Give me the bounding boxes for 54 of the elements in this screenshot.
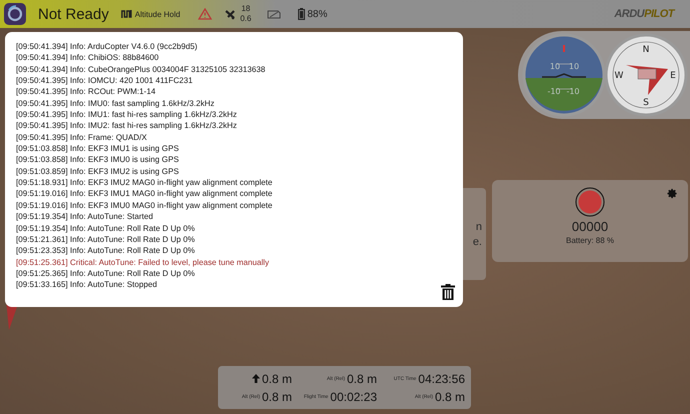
compass-direction-label: W: [614, 71, 624, 81]
critical-message: [09:51:25.361] Critical: AutoTune: Failed to level, please tune manually: [16, 256, 270, 268]
hdop-value: 0.6: [240, 14, 252, 24]
battery-text: Battery: 88 %: [566, 236, 614, 245]
log-message: [09:51:19.016] Info: EKF3 IMU1 MAG0 in-flight yaw alignment complete: [16, 188, 274, 200]
satellite-count: 18: [241, 4, 250, 14]
telemetry-value: 04:23:56: [418, 372, 465, 386]
log-message: [09:51:33.165] Info: AutoTune: Stopped: [16, 279, 158, 291]
log-message: [09:51:19.016] Info: EKF3 IMU0 MAG0 in-flight yaw alignment complete: [16, 200, 274, 212]
panel-text: e.: [472, 236, 482, 248]
vehicle-status[interactable]: Not Ready: [38, 6, 109, 22]
log-message: [09:51:03.859] Info: EKF3 IMU2 is using GPS: [16, 166, 180, 178]
telemetry-value: 0.8 m: [262, 372, 292, 386]
compass-direction-label: E: [670, 71, 676, 81]
trash-icon[interactable]: [441, 284, 455, 300]
log-message: [09:50:41.395] Info: IMU2: fast hi-res sampling 1.6kHz/3.2kHz: [16, 120, 238, 132]
log-message: [09:50:41.394] Info: ChibiOS: 88b84600: [16, 52, 160, 64]
log-message: [09:50:41.394] Info: CubeOrangePlus 0034004F 31325105 32313638: [16, 64, 266, 76]
flight-mode[interactable]: Altitude Hold: [120, 9, 180, 19]
telemetry-value: 00:02:23: [330, 390, 377, 404]
battery-icon: [298, 8, 306, 20]
log-message: [09:50:41.395] Info: IOMCU: 420 1001 411FC231: [16, 75, 194, 86]
telemetry-value: 0.8 m: [346, 372, 377, 386]
telemetry-value: 0.8 m: [434, 390, 465, 404]
log-message: [09:50:41.395] Info: IMU0: fast sampling 1.6kHz/3.2kHz: [16, 98, 216, 110]
radio-signal-icon[interactable]: [267, 9, 282, 19]
log-message: [09:50:41.394] Info: ArduCopter V4.6.0 (9cc2b9d5): [16, 41, 198, 52]
log-message: [09:51:23.353] Info: AutoTune: Roll Rate D Up 0%: [16, 245, 196, 257]
pitch-scale-label: 10: [568, 62, 580, 71]
ardupilot-logo: ARDUPILOT: [614, 8, 674, 20]
compass-direction-label: S: [643, 98, 649, 108]
log-message: [09:50:41.395] Info: IMU1: fast hi-res sampling 1.6kHz/3.2kHz: [16, 109, 238, 120]
panel-text: n: [476, 220, 482, 232]
log-message: [09:51:03.858] Info: EKF3 IMU1 is using GPS: [16, 143, 180, 154]
pitch-scale-label: -10: [547, 87, 561, 96]
settings-icon[interactable]: [667, 188, 678, 199]
wave-icon: [120, 9, 132, 19]
log-message: [09:51:19.354] Info: AutoTune: Roll Rate D Up 0%: [16, 222, 196, 234]
up-arrow-icon: [252, 374, 260, 383]
log-message: [09:51:25.365] Info: AutoTune: Roll Rate D Up 0%: [16, 268, 196, 280]
log-message: [09:51:19.354] Info: AutoTune: Started: [16, 211, 154, 222]
pitch-scale-label: -10: [566, 87, 580, 96]
log-message: [09:50:41.395] Info: RCOut: PWM:1-14: [16, 86, 156, 98]
compass-direction-label: N: [642, 45, 650, 55]
battery-indicator[interactable]: 88%: [298, 8, 328, 20]
log-message: [09:51:03.858] Info: EKF3 IMU0 is using GPS: [16, 154, 180, 166]
pitch-scale-label: 10: [550, 62, 560, 71]
log-message: [09:51:21.361] Info: AutoTune: Roll Rate D Up 0%: [16, 234, 196, 246]
recording-counter: 00000: [572, 219, 608, 234]
log-message: [09:51:18.931] Info: EKF3 IMU2 MAG0 in-flight yaw alignment complete: [16, 177, 274, 188]
app-logo-icon[interactable]: [4, 3, 26, 25]
log-message: [09:50:41.395] Info: Frame: QUAD/X: [16, 132, 148, 144]
record-button[interactable]: [575, 187, 605, 217]
telemetry-value: 0.8 m: [262, 390, 292, 404]
